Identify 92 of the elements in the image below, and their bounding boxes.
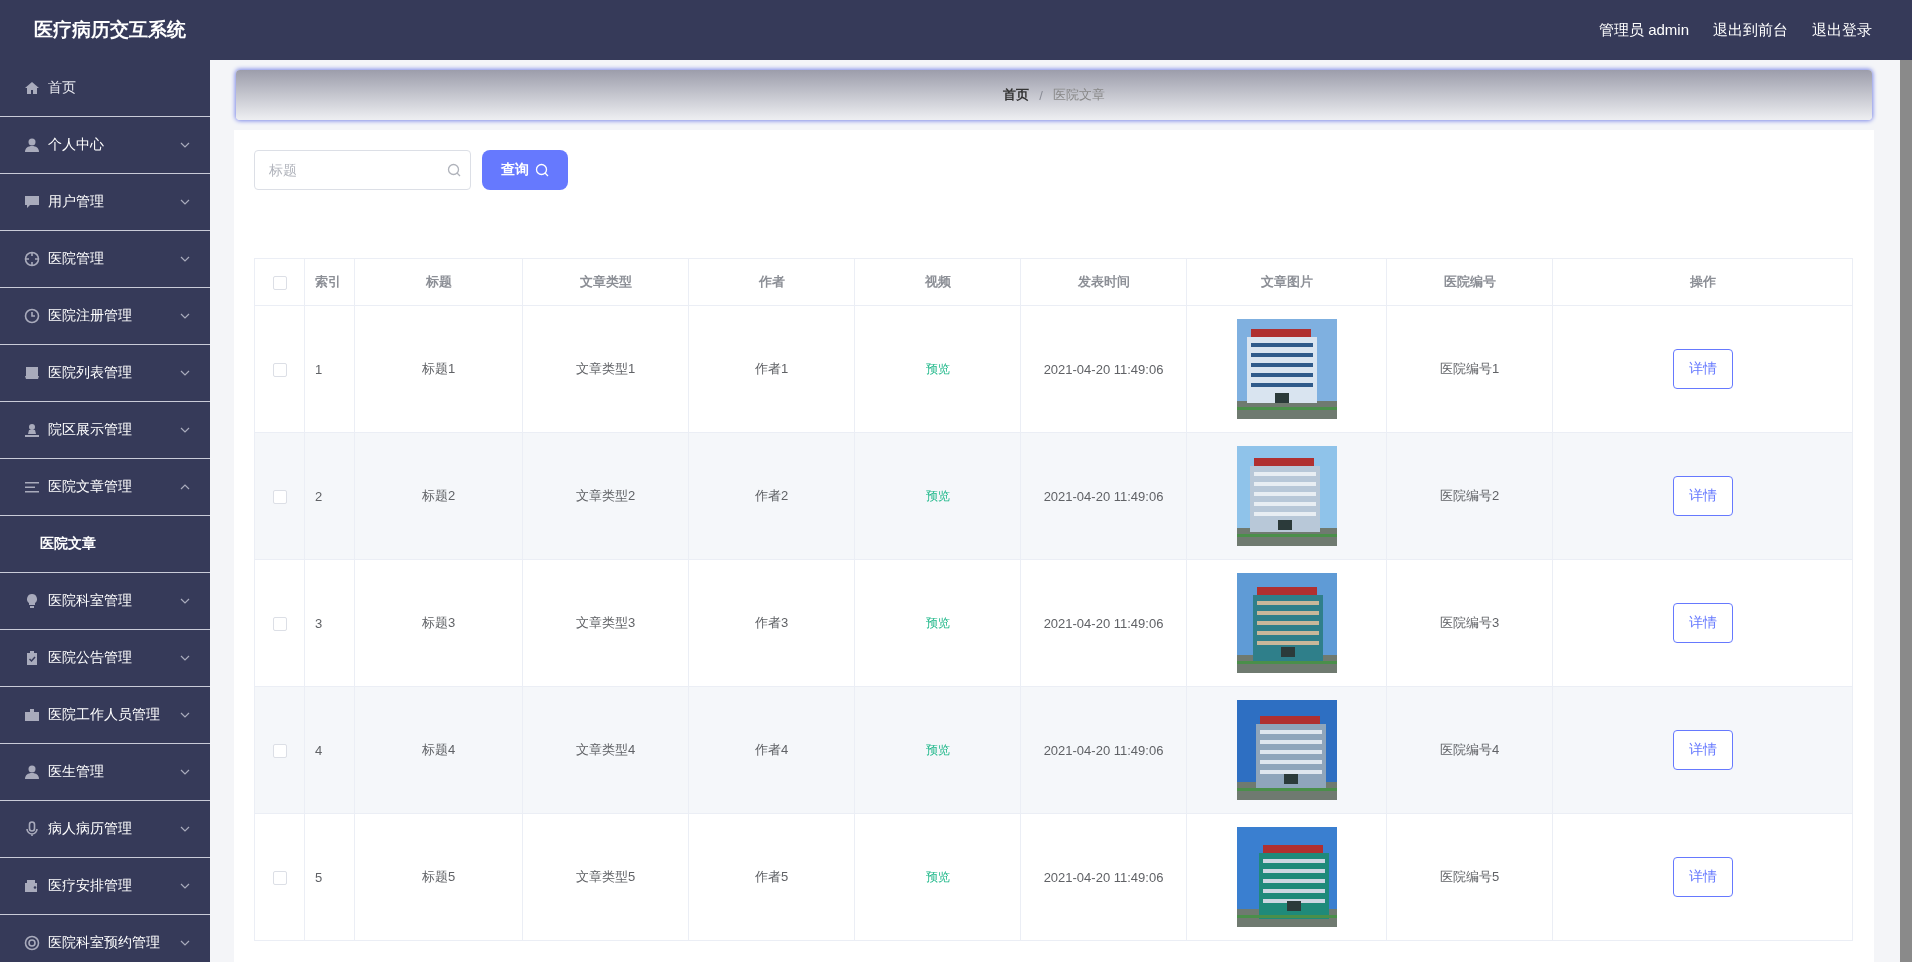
table-cell: 作者5 (688, 813, 855, 941)
tray-icon (24, 365, 40, 381)
table-cell: 标题4 (354, 686, 523, 814)
column-header: 发表时间 (1020, 258, 1187, 306)
table-cell: 2021-04-20 11:49:06 (1020, 813, 1187, 941)
briefcase-icon (24, 707, 40, 723)
user-icon (24, 137, 40, 153)
table-cell: 作者2 (688, 432, 855, 560)
sidebar-item[interactable]: 医生管理 (0, 744, 210, 801)
sidebar-item[interactable]: 医院公告管理 (0, 630, 210, 687)
detail-button[interactable]: 详情 (1672, 476, 1733, 516)
table-cell: 医院编号1 (1386, 305, 1553, 433)
header-link[interactable]: 管理员 admin (1598, 20, 1689, 40)
microphone-icon (24, 821, 40, 837)
user-icon (24, 764, 40, 780)
table-cell: 标题2 (354, 432, 523, 560)
table-cell: 4 (304, 686, 355, 814)
row-checkbox[interactable] (272, 616, 287, 631)
home-icon (24, 80, 40, 96)
column-header: 文章图片 (1186, 258, 1387, 306)
breadcrumb-link[interactable]: 首页 (1003, 86, 1030, 104)
table-cell: 文章类型3 (522, 559, 689, 687)
row-checkbox[interactable] (272, 362, 287, 377)
table-cell: 1 (304, 305, 355, 433)
sidebar-item[interactable]: 院区展示管理 (0, 402, 210, 459)
table-cell: 2021-04-20 11:49:06 (1020, 559, 1187, 687)
wallet-icon (24, 878, 40, 894)
table-cell: 作者3 (688, 559, 855, 687)
chat-icon (24, 194, 40, 210)
detail-button[interactable]: 详情 (1672, 603, 1733, 643)
stamp-icon (24, 422, 40, 438)
table-cell: 标题3 (354, 559, 523, 687)
column-header: 视频 (854, 258, 1021, 306)
sidebar-item[interactable]: 医院管理 (0, 231, 210, 288)
row-checkbox[interactable] (272, 870, 287, 885)
crosshair-icon (24, 251, 40, 267)
table-cell: 标题1 (354, 305, 523, 433)
sidebar-item[interactable]: 医院注册管理 (0, 288, 210, 345)
table-cell: 2 (304, 432, 355, 560)
lifebuoy-icon (24, 935, 40, 951)
sidebar-subitem[interactable]: 医院文章 (0, 516, 210, 573)
column-header: 操作 (1552, 258, 1853, 306)
sidebar-item[interactable]: 病人病历管理 (0, 801, 210, 858)
table-cell: 医院编号5 (1386, 813, 1553, 941)
app-title: 医疗病历交互系统 (34, 18, 186, 42)
table-cell: 文章类型4 (522, 686, 689, 814)
breadcrumb-current: 医院文章 (1052, 86, 1105, 104)
table-cell: 2021-04-20 11:49:06 (1020, 432, 1187, 560)
bulb-icon (24, 593, 40, 609)
column-header: 文章类型 (522, 258, 689, 306)
sidebar-item[interactable]: 首页 (0, 60, 210, 117)
table-cell: 文章类型5 (522, 813, 689, 941)
sidebar-item[interactable]: 医院科室管理 (0, 573, 210, 630)
table-cell: 医院编号4 (1386, 686, 1553, 814)
table-cell: 文章类型2 (522, 432, 689, 560)
table-cell: 5 (304, 813, 355, 941)
list-icon (24, 479, 40, 495)
table-cell: 医院编号2 (1386, 432, 1553, 560)
column-header: 作者 (688, 258, 855, 306)
search-field[interactable]: 标题 (254, 150, 471, 190)
detail-button[interactable]: 详情 (1672, 730, 1733, 770)
column-header: 索引 (304, 258, 355, 306)
sidebar-item[interactable]: 个人中心 (0, 117, 210, 174)
detail-button[interactable]: 详情 (1672, 349, 1733, 389)
sidebar-item[interactable]: 医疗安排管理 (0, 858, 210, 915)
table-cell: 文章类型1 (522, 305, 689, 433)
column-header: 医院编号 (1386, 258, 1553, 306)
row-checkbox[interactable] (272, 743, 287, 758)
sidebar-item[interactable]: 医院工作人员管理 (0, 687, 210, 744)
table-cell: 2021-04-20 11:49:06 (1020, 305, 1187, 433)
search-icon (447, 163, 461, 177)
table-cell: 2021-04-20 11:49:06 (1020, 686, 1187, 814)
sidebar-item[interactable]: 医院列表管理 (0, 345, 210, 402)
sidebar-item[interactable]: 医院文章管理 (0, 459, 210, 516)
column-header: 标题 (354, 258, 523, 306)
search-icon (535, 163, 549, 177)
sidebar-item[interactable]: 用户管理 (0, 174, 210, 231)
table-cell: 作者4 (688, 686, 855, 814)
table-cell: 3 (304, 559, 355, 687)
sidebar-item[interactable]: 医院科室预约管理 (0, 915, 210, 962)
clock-icon (24, 308, 40, 324)
clipboard-icon (24, 650, 40, 666)
detail-button[interactable]: 详情 (1672, 857, 1733, 897)
table-cell: 标题5 (354, 813, 523, 941)
header-link[interactable]: 退出登录 (1812, 20, 1872, 40)
header-link[interactable]: 退出到前台 (1713, 20, 1788, 40)
table-cell: 医院编号3 (1386, 559, 1553, 687)
search-button[interactable]: 查询 (482, 150, 568, 190)
breadcrumb-separator: / (1039, 87, 1043, 103)
row-checkbox[interactable] (272, 489, 287, 504)
select-all-checkbox[interactable] (272, 275, 287, 290)
table-cell: 作者1 (688, 305, 855, 433)
